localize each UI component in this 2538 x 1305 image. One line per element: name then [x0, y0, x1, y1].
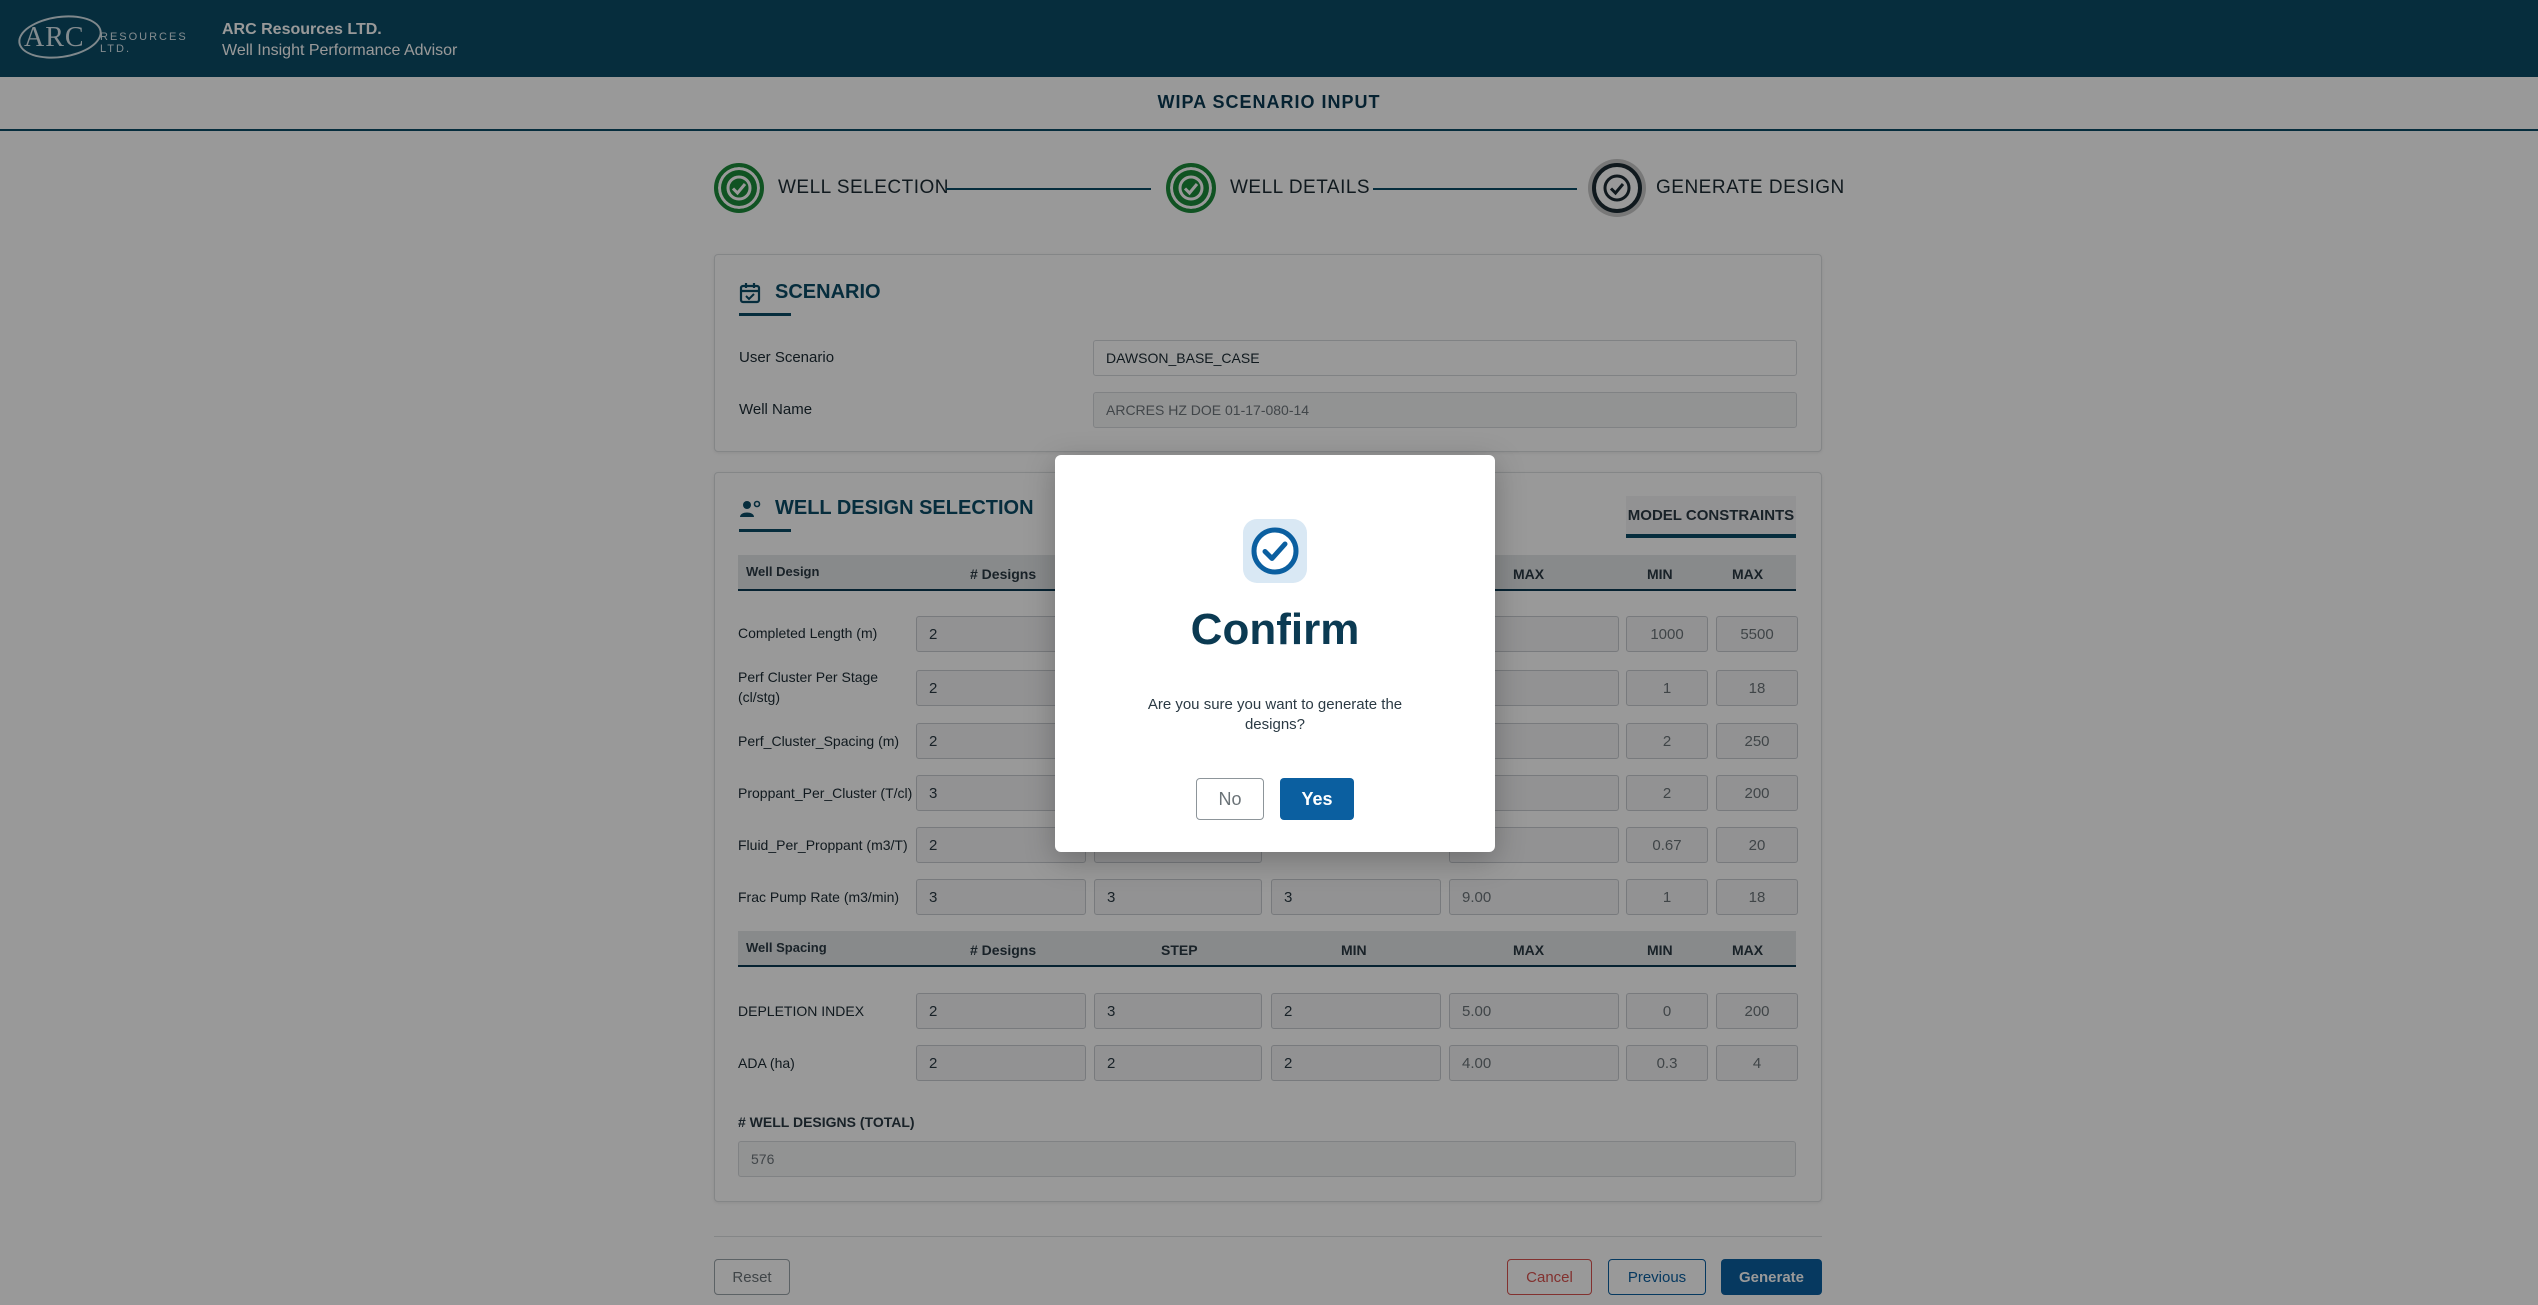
dialog-message: Are you sure you want to generate the de…: [1147, 696, 1403, 733]
no-button[interactable]: No: [1196, 778, 1264, 820]
yes-button[interactable]: Yes: [1280, 778, 1354, 820]
dialog-title: Confirm: [1190, 605, 1360, 654]
confirm-dialog: Confirm Are you sure you want to generat…: [1055, 455, 1495, 852]
check-circle-icon: [1243, 519, 1307, 583]
